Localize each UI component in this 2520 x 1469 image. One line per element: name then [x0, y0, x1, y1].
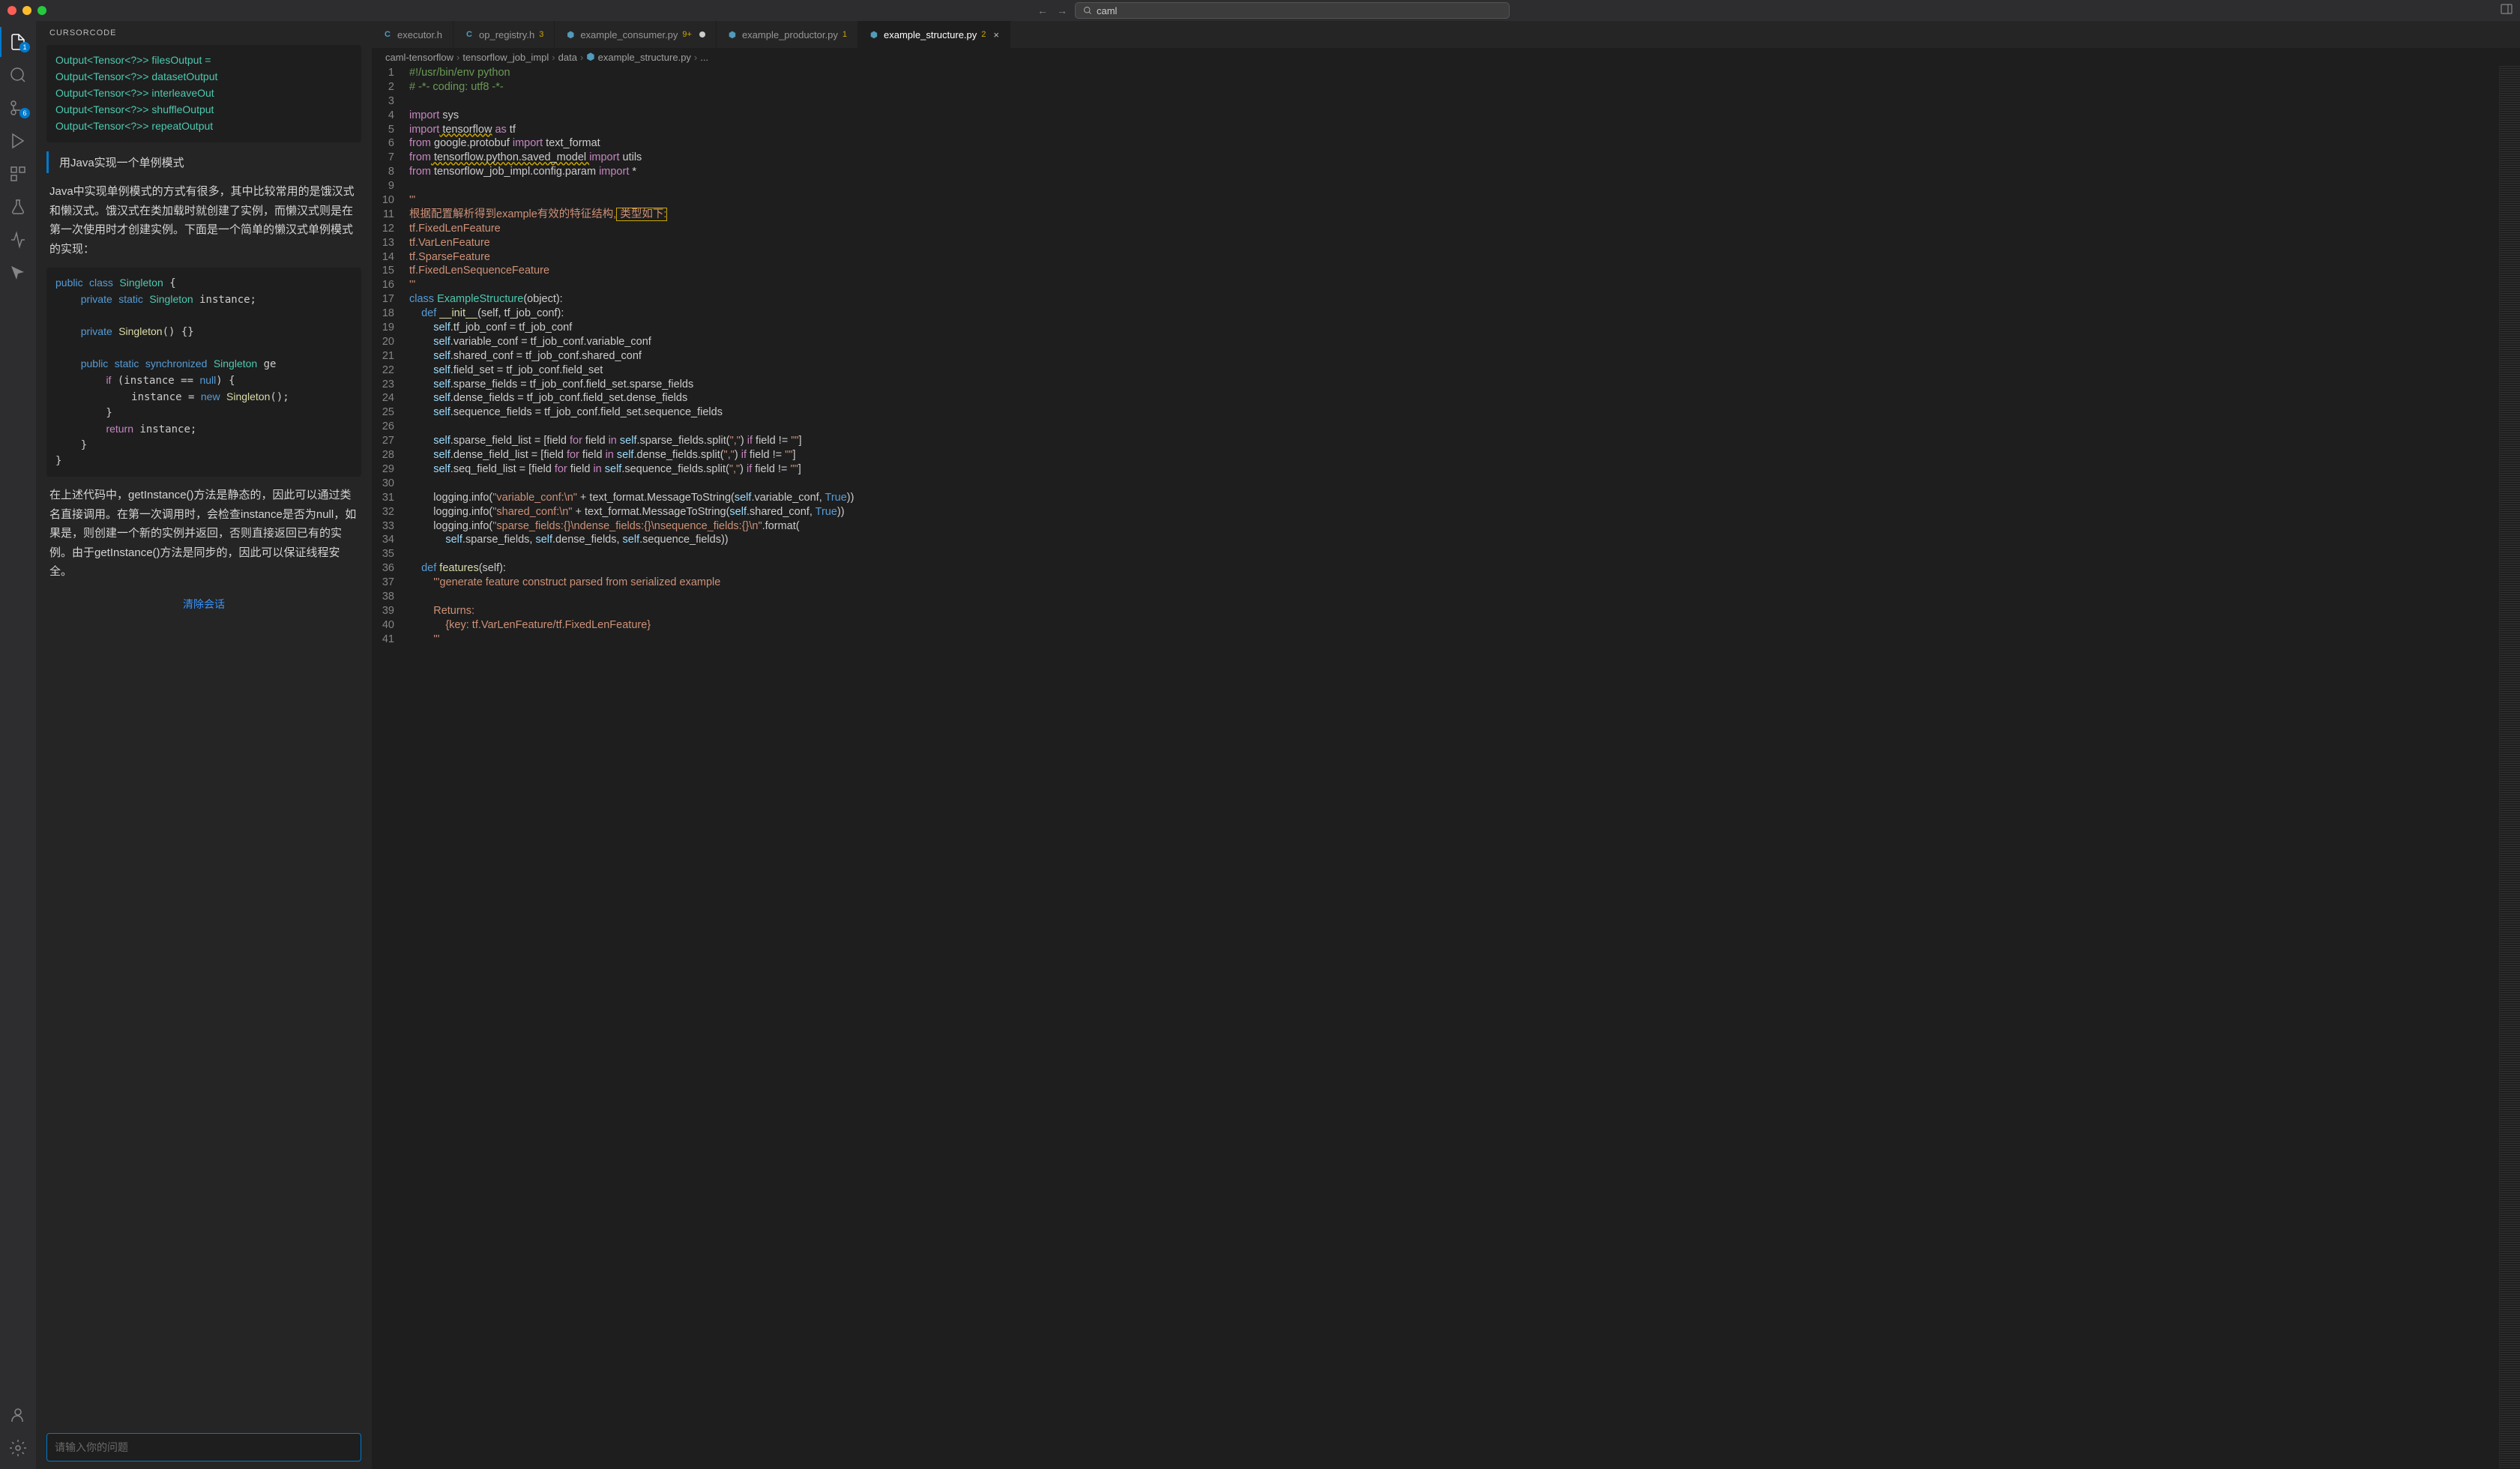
breadcrumb-item[interactable]: example_structure.py: [598, 52, 691, 63]
breadcrumb-item[interactable]: caml-tensorflow: [385, 52, 453, 63]
file-icon: C: [464, 29, 474, 40]
tab-example_productor.py[interactable]: ⬢ example_productor.py 1: [717, 21, 858, 48]
activity-debug[interactable]: [0, 126, 36, 156]
close-window[interactable]: [7, 6, 16, 15]
user-icon: [9, 1406, 27, 1424]
activity-bar: 1 6: [0, 21, 36, 1469]
tab-label: example_consumer.py: [580, 29, 678, 40]
user-message: 用Java实现一个单例模式: [46, 151, 361, 173]
maximize-window[interactable]: [37, 6, 46, 15]
minimize-window[interactable]: [22, 6, 31, 15]
tab-badge: 9+: [682, 30, 692, 39]
line-gutter: 1234567891011121314151617181920212223242…: [372, 66, 409, 1469]
activity-search[interactable]: [0, 60, 36, 90]
file-icon: ⬢: [869, 29, 879, 40]
tab-executor.h[interactable]: Cexecutor.h: [372, 21, 453, 48]
sidebar-panel: CURSORCODE Output<Tensor<?>> filesOutput…: [36, 21, 372, 1469]
modified-icon: [699, 31, 705, 37]
nav-forward-icon[interactable]: →: [1057, 4, 1067, 16]
activity-monitor[interactable]: [0, 225, 36, 255]
editor-tabs: Cexecutor.hCop_registry.h3⬢example_consu…: [372, 21, 2520, 48]
breadcrumb-item[interactable]: tensorflow_job_impl: [462, 52, 549, 63]
chat-input[interactable]: 请输入你的问题: [46, 1433, 361, 1462]
tab-example_consumer.py[interactable]: ⬢ example_consumer.py 9+: [555, 21, 717, 48]
extensions-icon: [9, 165, 27, 183]
file-icon: C: [382, 29, 393, 40]
search-icon: [9, 66, 27, 84]
nav-back-icon[interactable]: ←: [1037, 4, 1048, 16]
file-icon: ⬢: [565, 29, 576, 40]
minimap[interactable]: [2499, 66, 2520, 1469]
sidebar-title: CURSORCODE: [36, 21, 372, 45]
activity-extensions[interactable]: [0, 159, 36, 189]
breadcrumb-item[interactable]: data: [558, 52, 577, 63]
activity-settings[interactable]: [0, 1433, 36, 1463]
activity-explorer[interactable]: 1: [0, 27, 36, 57]
code-snippet-1: Output<Tensor<?>> filesOutput = Output<T…: [46, 45, 361, 142]
file-icon: ⬢: [727, 29, 738, 40]
clear-chat-link[interactable]: 清除会话: [46, 591, 361, 618]
scm-badge: 6: [19, 108, 30, 118]
editor-area: Cexecutor.hCop_registry.h3⬢example_consu…: [372, 21, 2520, 1469]
chat-panel: Output<Tensor<?>> filesOutput = Output<T…: [36, 45, 372, 1430]
assistant-reply-1: Java中实现单例模式的方式有很多，其中比较常用的是饿汉式和懒汉式。饿汉式在类加…: [46, 182, 361, 259]
activity-cursor[interactable]: [0, 258, 36, 288]
tab-label: op_registry.h: [479, 29, 534, 40]
activity-scm[interactable]: 6: [0, 93, 36, 123]
tab-badge: 2: [981, 30, 986, 39]
code-snippet-2: public class Singleton { private static …: [46, 268, 361, 477]
tab-label: executor.h: [397, 29, 442, 40]
layout-panel-icon[interactable]: [2501, 3, 2513, 19]
search-icon: [1083, 6, 1092, 15]
close-icon[interactable]: ×: [993, 29, 999, 40]
assistant-reply-2: 在上述代码中，getInstance()方法是静态的，因此可以通过类名直接调用。…: [46, 486, 361, 582]
traffic-lights: [7, 6, 46, 15]
activity-account[interactable]: [0, 1400, 36, 1430]
gear-icon: [9, 1439, 27, 1457]
breadcrumb-item[interactable]: ...: [700, 52, 708, 63]
breadcrumb[interactable]: caml-tensorflow › tensorflow_job_impl › …: [372, 48, 2520, 66]
cursor-icon: [9, 264, 27, 282]
tab-label: example_structure.py: [884, 29, 977, 40]
flask-icon: [9, 198, 27, 216]
tab-op_registry.h[interactable]: Cop_registry.h 3: [453, 21, 555, 48]
tab-example_structure.py[interactable]: ⬢ example_structure.py 2 ×: [858, 21, 1010, 48]
titlebar: ← → caml: [0, 0, 2520, 21]
command-search[interactable]: caml: [1075, 2, 1510, 19]
tab-badge: 1: [842, 30, 847, 39]
tab-label: example_productor.py: [742, 29, 838, 40]
activity-test[interactable]: [0, 192, 36, 222]
tab-badge: 3: [539, 30, 543, 39]
search-text: caml: [1097, 5, 1117, 16]
explorer-badge: 1: [19, 42, 30, 52]
play-icon: [9, 132, 27, 150]
pulse-icon: [9, 231, 27, 249]
code-content[interactable]: #!/usr/bin/env python# -*- coding: utf8 …: [409, 66, 2499, 1469]
